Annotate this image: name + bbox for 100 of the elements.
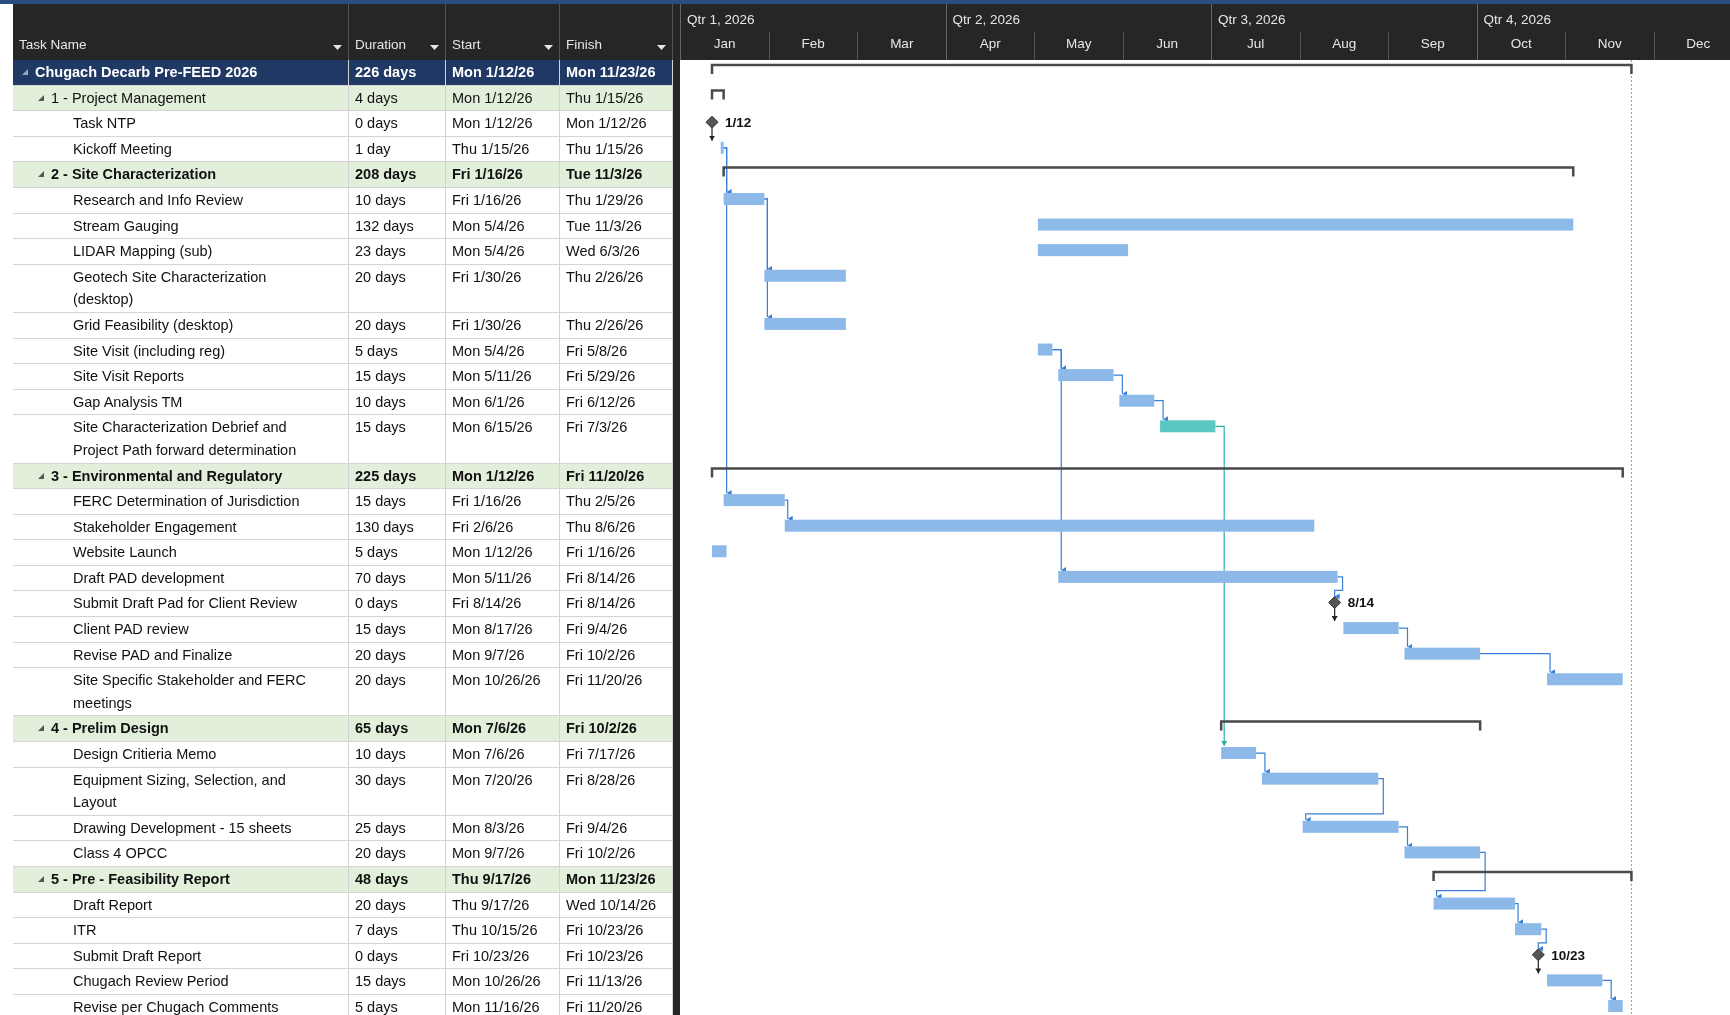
task-name-cell-text: LIDAR Mapping (sub) <box>73 242 214 262</box>
task-bar[interactable] <box>1433 897 1516 910</box>
task-bar[interactable] <box>1221 747 1257 760</box>
milestone-date: 1/12 <box>725 115 752 131</box>
start-date-cell: Mon 1/12/26 <box>452 544 533 561</box>
milestone-diamond[interactable] <box>705 115 719 129</box>
finish-date-cell: Fri 5/8/26 <box>566 342 628 359</box>
task-bar[interactable] <box>720 141 724 154</box>
finish-date-cell: Fri 10/23/26 <box>566 947 644 964</box>
task-bar[interactable] <box>1058 570 1338 583</box>
month-label: Jul <box>1247 35 1265 53</box>
task-bar[interactable] <box>1343 622 1399 635</box>
start-date-cell: Fri 1/16/26 <box>452 166 523 183</box>
duration-cell: 15 days <box>355 493 406 510</box>
duration-cell: 1 day <box>355 140 391 157</box>
task-bar[interactable] <box>1404 846 1481 859</box>
start-date-cell: Fri 1/16/26 <box>452 191 522 208</box>
dependency-arrow <box>709 126 715 142</box>
task-bar[interactable] <box>1404 647 1481 660</box>
task-name-cell-text: Task NTP <box>73 114 137 134</box>
start-date-cell: Mon 5/11/26 <box>452 569 532 586</box>
collapse-triangle-icon[interactable] <box>37 170 45 179</box>
task-bar[interactable] <box>1547 673 1623 686</box>
milestone-date: 8/14 <box>1347 595 1374 611</box>
task-bar[interactable] <box>1119 394 1155 407</box>
start-date-cell: Mon 10/26/26 <box>452 973 541 990</box>
milestone-diamond[interactable] <box>1328 595 1342 609</box>
task-name-cell-text: Client PAD review <box>73 620 190 640</box>
dropdown-arrow-icon[interactable] <box>430 45 439 51</box>
finish-date-cell: Fri 8/28/26 <box>566 771 636 788</box>
finish-date-cell: Fri 10/23/26 <box>566 922 644 939</box>
finish-date-cell: Fri 7/17/26 <box>566 746 636 763</box>
finish-date-cell: Fri 9/4/26 <box>566 621 628 638</box>
start-date-cell: Mon 7/6/26 <box>452 720 527 737</box>
finish-date-cell: Thu 1/15/26 <box>566 140 644 157</box>
summary-bar[interactable] <box>710 467 1624 478</box>
task-name-cell-text: Revise per Chugach Comments <box>73 997 280 1015</box>
splitter-bar[interactable] <box>673 4 680 60</box>
task-bar[interactable] <box>1547 974 1603 987</box>
duration-cell: 0 days <box>355 115 398 132</box>
task-name-cell-text: Submit Draft Pad for Client Review <box>73 594 299 614</box>
finish-date-cell: Wed 6/3/26 <box>566 243 640 260</box>
task-bar[interactable] <box>712 545 727 558</box>
quarter-label: Qtr 2, 2026 <box>952 12 1021 27</box>
task-name-cell-text: Gap Analysis TM <box>73 392 184 412</box>
task-bar[interactable] <box>1058 369 1114 382</box>
task-bar[interactable] <box>1037 218 1574 231</box>
finish-date-cell: Fri 11/20/26 <box>566 672 643 689</box>
milestone-diamond[interactable] <box>1531 948 1545 962</box>
dropdown-arrow-icon[interactable] <box>657 45 666 51</box>
task-bar[interactable] <box>1160 420 1216 433</box>
task-bar[interactable] <box>1302 820 1399 833</box>
task-bar[interactable] <box>764 317 846 330</box>
collapse-triangle-icon[interactable] <box>37 471 45 480</box>
finish-date-cell: Mon 11/23/26 <box>566 64 656 80</box>
task-bar[interactable] <box>784 519 1315 532</box>
finish-date-cell: Fri 11/13/26 <box>566 973 643 990</box>
collapse-triangle-icon[interactable] <box>37 724 45 733</box>
task-bar[interactable] <box>723 494 785 507</box>
month-label: Aug <box>1332 35 1357 53</box>
start-date-cell: Thu 1/15/26 <box>452 140 530 157</box>
task-bar[interactable] <box>1037 343 1053 356</box>
start-date-cell: Mon 9/7/26 <box>452 646 525 663</box>
start-date-cell: Mon 7/20/26 <box>452 771 533 788</box>
summary-bar[interactable] <box>722 166 1575 177</box>
task-name-cell-text: 1 - Project Management <box>51 88 207 108</box>
collapse-triangle-icon[interactable] <box>21 68 29 76</box>
finish-date-cell: Thu 1/15/26 <box>566 89 644 106</box>
collapse-triangle-icon[interactable] <box>37 875 45 883</box>
finish-date-cell: Fri 10/2/26 <box>566 720 637 737</box>
collapse-triangle-icon[interactable] <box>37 93 45 102</box>
task-bar[interactable] <box>723 192 765 205</box>
task-name-cell-text: Chugach Decarb Pre-FEED 2026 <box>35 63 259 82</box>
summary-bar[interactable] <box>710 89 725 100</box>
task-bar[interactable] <box>1608 999 1623 1012</box>
task-name-cell-text: Revise PAD and Finalize <box>73 645 234 665</box>
finish-date-cell: Fri 8/14/26 <box>566 595 636 612</box>
task-bar[interactable] <box>1037 244 1129 257</box>
splitter-bar[interactable] <box>673 60 680 1015</box>
duration-cell: 5 days <box>355 998 398 1015</box>
task-bar[interactable] <box>1261 772 1379 785</box>
start-date-cell: Mon 8/17/26 <box>452 621 533 638</box>
dropdown-arrow-icon[interactable] <box>544 45 553 51</box>
dependency-arrow <box>1398 627 1413 650</box>
start-date-cell: Mon 9/7/26 <box>452 845 525 862</box>
task-bar[interactable] <box>1515 923 1542 936</box>
duration-cell: 65 days <box>355 720 409 737</box>
dropdown-arrow-icon[interactable] <box>333 45 342 51</box>
summary-bar[interactable] <box>710 63 1633 75</box>
start-date-cell: Mon 10/26/26 <box>452 672 541 689</box>
duration-cell: 23 days <box>355 243 406 260</box>
summary-bar[interactable] <box>1432 870 1633 881</box>
duration-cell: 10 days <box>355 393 406 410</box>
task-name-cell-text: Site Characterization Debrief and Project Path forward determination <box>73 418 298 460</box>
task-bar[interactable] <box>764 269 846 282</box>
task-name-cell-text: Draft Report <box>73 895 153 915</box>
finish-date-cell: Fri 11/20/26 <box>566 998 643 1015</box>
duration-cell: 15 days <box>355 621 406 638</box>
summary-bar[interactable] <box>1219 720 1482 731</box>
start-date-cell: Thu 9/17/26 <box>452 896 530 913</box>
